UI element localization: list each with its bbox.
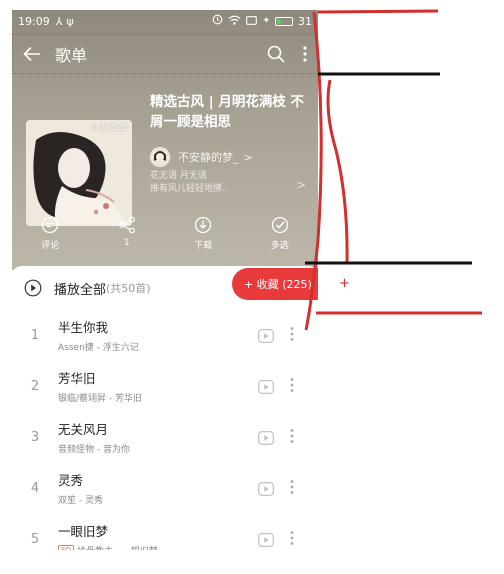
song-row[interactable]: 3 无关风月音频怪物 - 音为你 [12, 412, 318, 462]
status-time: 19:09 [18, 14, 50, 28]
description-chevron-icon: > [295, 178, 306, 192]
collect-button[interactable]: + 收藏 (225) [232, 268, 318, 300]
search-icon[interactable] [267, 45, 285, 63]
song-title: 无关风月 [58, 422, 109, 437]
playlist-title: 精选古风 | 月明花满枝 不屑一顾是相思 [150, 94, 305, 130]
mv-play-icon[interactable] [258, 481, 274, 500]
song-row[interactable]: 1 半生你我 Assen捷 - 浮生六记 [12, 310, 318, 360]
cover-illustration [26, 120, 132, 226]
play-count: ▷27523 [92, 123, 128, 133]
description-line-2: 推有风儿轻轻地拂.. [150, 184, 228, 194]
annotation-red-line-top [317, 9, 439, 14]
song-more-icon[interactable] [290, 479, 294, 499]
creator-name: 不安静的梦_ [178, 151, 239, 164]
download-button[interactable]: 下载 [173, 216, 233, 251]
song-index: 2 [30, 378, 40, 394]
song-more-icon[interactable] [290, 428, 294, 448]
creator-chevron-icon: > [243, 150, 253, 164]
song-index: 1 [30, 327, 40, 343]
action-row: 评论 1 下载 多选 [12, 216, 318, 251]
song-index: 4 [30, 480, 40, 496]
comment-button[interactable]: 评论 [20, 216, 80, 251]
playlist-description[interactable]: 花无语 月无语 推有风儿轻轻地拂.. [150, 170, 300, 196]
song-row[interactable]: 4 灵秀双笙 - 灵秀 [12, 463, 318, 513]
share-button[interactable]: 1 [97, 216, 157, 251]
song-title: 灵秀 [58, 473, 84, 488]
wifi-icon [228, 15, 241, 28]
song-row[interactable]: 2 芳华旧银临/蔡翊昇 - 芳华旧 [12, 361, 318, 411]
multiselect-button[interactable]: 多选 [250, 216, 310, 251]
charging-icon: ✦ [262, 16, 270, 26]
download-label: 下载 [194, 241, 213, 251]
song-more-icon[interactable] [290, 530, 294, 550]
back-arrow-icon[interactable] [23, 46, 41, 62]
playlist-cover[interactable]: ▷27523 [26, 120, 132, 226]
song-list-sheet: 播放全部 (共50首) + 收藏 (225) 1 半生你我 Assen捷 - 浮生六… [12, 266, 318, 550]
battery-percent: 31 [298, 14, 312, 28]
share-icon [118, 216, 135, 234]
screen-icon [246, 15, 258, 28]
alarm-icon [212, 14, 223, 28]
download-icon [195, 216, 212, 234]
annotation-plus: + [339, 276, 350, 291]
status-bar: 19:09 ⅄ ψ ✦ 31 [12, 10, 318, 32]
description-line-1: 花无语 月无语 [150, 171, 207, 181]
avatar [150, 147, 170, 167]
mv-play-icon[interactable] [258, 328, 274, 347]
usb-icon: ψ [66, 14, 74, 28]
song-index: 3 [30, 429, 40, 445]
song-artist-album: 双笙 - 灵秀 [58, 496, 103, 506]
phone-screen: 19:09 ⅄ ψ ✦ 31 歌单 ▷27523 精选古风 | 月明花满枝 不屑… [12, 10, 318, 550]
song-title: 半生你我 [58, 320, 109, 335]
song-more-icon[interactable] [290, 326, 294, 346]
more-vertical-icon[interactable] [303, 46, 307, 62]
annotation-red-curve [326, 79, 349, 263]
title-bar: 歌单 [12, 34, 318, 74]
share-count: 1 [123, 238, 130, 248]
song-artist-album: Assen捷 - 浮生六记 [58, 343, 139, 353]
sq-badge: SQ [58, 545, 74, 550]
multiselect-icon [271, 216, 288, 234]
song-artist-album: 排骨教主 - 一眼旧梦 [77, 544, 158, 550]
mv-play-icon[interactable] [258, 379, 274, 398]
mv-play-icon[interactable] [258, 430, 274, 449]
collect-label: + 收藏 (225) [244, 278, 312, 291]
song-count: (共50首) [106, 282, 151, 295]
comment-icon [42, 216, 59, 234]
song-artist-album: 银临/蔡翊昇 - 芳华旧 [58, 394, 143, 404]
creator-link[interactable]: 不安静的梦_ > [150, 147, 253, 167]
battery-icon [275, 16, 293, 26]
play-circle-icon [24, 279, 42, 297]
play-all-label: 播放全部 [54, 282, 107, 298]
song-artist-album: 音频怪物 - 音为你 [58, 445, 130, 455]
song-title: 一眼旧梦 [58, 524, 109, 539]
mv-play-icon[interactable] [258, 532, 274, 550]
multiselect-label: 多选 [270, 241, 289, 251]
share-status-icon: ⅄ [55, 14, 63, 28]
song-title: 芳华旧 [58, 371, 96, 386]
song-row[interactable]: 5 一眼旧梦 SQ排骨教主 - 一眼旧梦 [12, 514, 318, 550]
page-title: 歌单 [55, 46, 88, 65]
song-more-icon[interactable] [290, 377, 294, 397]
song-index: 5 [30, 531, 40, 547]
comment-label: 评论 [41, 241, 60, 251]
